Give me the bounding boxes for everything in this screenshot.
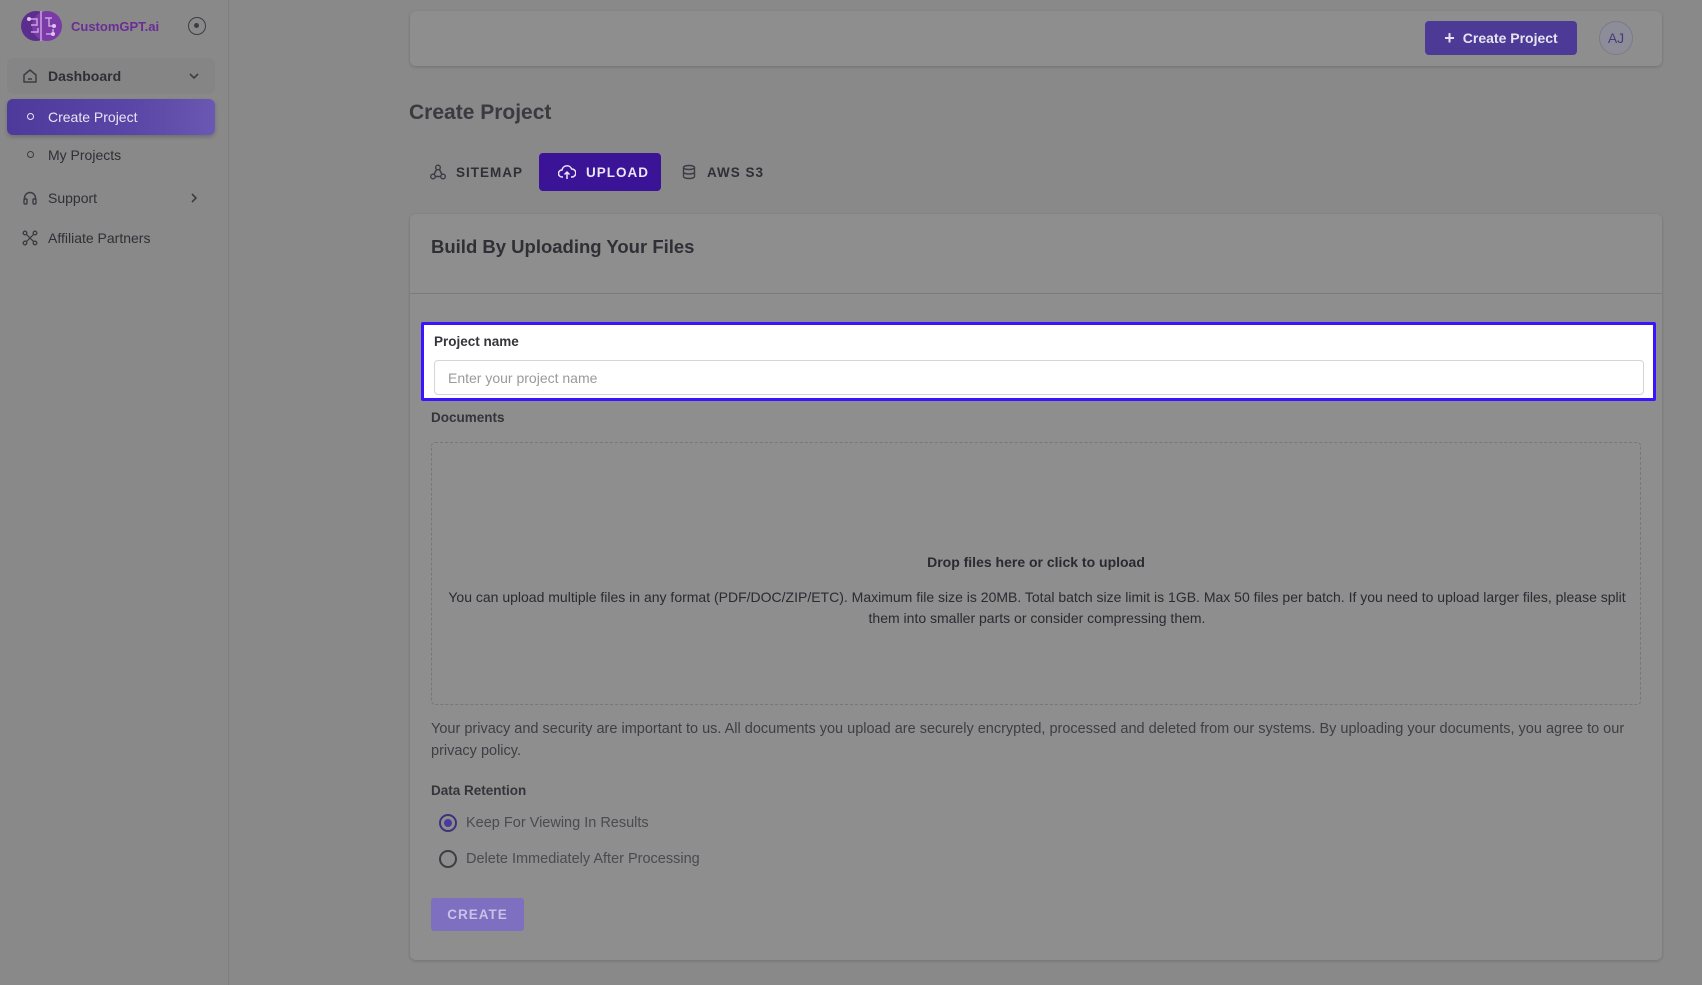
plus-icon: +: [1444, 28, 1455, 48]
form-title: Build By Uploading Your Files: [431, 236, 695, 257]
affiliate-nodes-icon: [22, 230, 38, 246]
create-project-button[interactable]: + Create Project: [1425, 21, 1577, 55]
tab-label: UPLOAD: [586, 164, 649, 180]
upload-form-card: Build By Uploading Your Files Project na…: [410, 214, 1662, 960]
sidebar-item-support[interactable]: Support: [7, 180, 215, 216]
chevron-right-icon: [191, 193, 198, 203]
data-retention-label: Data Retention: [431, 783, 527, 798]
database-icon: [681, 164, 697, 180]
radio-keep-for-viewing[interactable]: Keep For Viewing In Results: [439, 814, 649, 832]
divider: [410, 293, 1662, 294]
sidebar-item-create-project[interactable]: Create Project: [7, 99, 215, 135]
sitemap-icon: [430, 164, 446, 180]
file-dropzone[interactable]: Drop files here or click to upload You c…: [431, 442, 1641, 705]
radio-label: Keep For Viewing In Results: [466, 815, 649, 831]
avatar[interactable]: AJ: [1599, 21, 1633, 55]
create-button[interactable]: CREATE: [431, 898, 524, 931]
dropzone-title: Drop files here or click to upload: [927, 554, 1145, 570]
documents-label: Documents: [431, 410, 505, 425]
create-project-button-label: Create Project: [1462, 30, 1558, 46]
radio-label: Delete Immediately After Processing: [466, 851, 700, 867]
chevron-down-icon: [189, 73, 199, 80]
tab-upload[interactable]: UPLOAD: [539, 153, 661, 191]
circle-dot-icon: [27, 113, 34, 120]
tab-label: SITEMAP: [456, 164, 524, 180]
sidebar-group-dashboard[interactable]: Dashboard: [7, 58, 215, 94]
brain-logo-icon: [21, 11, 62, 41]
brand[interactable]: CustomGPT.ai: [19, 4, 159, 48]
page-title: Create Project: [409, 101, 552, 124]
radio-unchecked-icon[interactable]: [439, 850, 457, 868]
tab-label: AWS S3: [707, 164, 765, 180]
sidebar: CustomGPT.ai Dashboard Create Project My…: [0, 0, 229, 985]
top-header: + Create Project AJ: [410, 11, 1662, 66]
brand-name: CustomGPT.ai: [71, 18, 160, 34]
radio-checked-icon[interactable]: [439, 814, 457, 832]
sidebar-item-label: Affiliate Partners: [48, 230, 151, 246]
cloud-upload-icon: [558, 164, 576, 180]
project-name-label: Project name: [434, 334, 519, 349]
sidebar-group-label: Dashboard: [48, 68, 122, 84]
home-icon: [23, 69, 37, 83]
headphones-icon: [23, 191, 37, 205]
tab-aws-s3[interactable]: AWS S3: [681, 153, 791, 191]
circle-dot-icon: [27, 151, 34, 158]
sidebar-item-label: Create Project: [48, 109, 138, 125]
dropzone-description: You can upload multiple files in any for…: [448, 589, 1626, 626]
sidebar-item-affiliate-partners[interactable]: Affiliate Partners: [7, 220, 215, 256]
project-name-input[interactable]: [434, 360, 1644, 395]
privacy-note: Your privacy and security are important …: [431, 721, 1625, 759]
tab-sitemap[interactable]: SITEMAP: [430, 153, 530, 191]
radio-delete-after-processing[interactable]: Delete Immediately After Processing: [439, 850, 700, 868]
sidebar-toggle-icon[interactable]: [188, 17, 206, 35]
project-name-section: Project name: [421, 322, 1656, 401]
sidebar-item-label: My Projects: [48, 147, 122, 163]
sidebar-item-label: Support: [48, 190, 98, 206]
sidebar-item-my-projects[interactable]: My Projects: [7, 137, 215, 173]
